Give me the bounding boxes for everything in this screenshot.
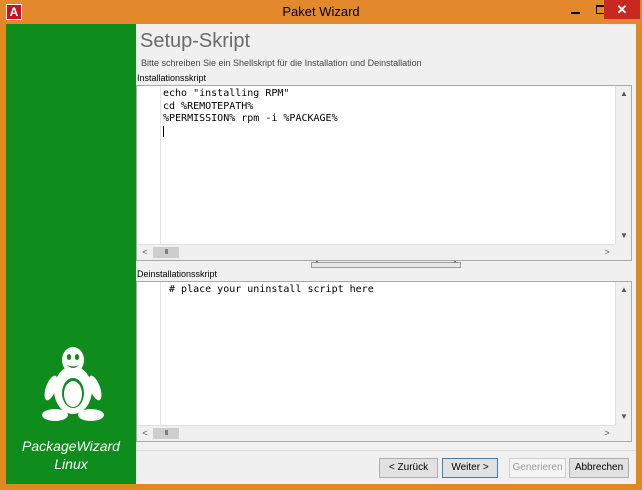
uninstall-script-code[interactable]: # place your uninstall script here — [163, 284, 374, 297]
code-line: # place your uninstall script here — [163, 284, 374, 295]
install-script-code[interactable]: echo "installing RPM" cd %REMOTEPATH% %PER… — [163, 88, 338, 139]
scroll-down-icon[interactable]: ▼ — [616, 228, 632, 244]
generate-button[interactable]: Generieren — [509, 458, 566, 478]
scroll-down-icon[interactable]: ▼ — [616, 409, 632, 425]
scroll-up-icon[interactable]: ▲ — [616, 86, 632, 102]
scroll-up-icon[interactable]: ▲ — [616, 282, 632, 298]
title-bar[interactable]: A Paket Wizard ✕ — [0, 0, 642, 24]
back-button[interactable]: < Zurück — [379, 458, 438, 478]
brand-platform: Linux — [54, 456, 88, 472]
minimize-icon — [570, 11, 580, 14]
code-line-cursor — [163, 125, 338, 139]
editor-gutter — [137, 282, 161, 425]
footer-divider — [136, 450, 636, 451]
vertical-scrollbar[interactable]: ▲ ▼ — [615, 282, 631, 425]
install-script-editor[interactable]: echo "installing RPM" cd %REMOTEPATH% %PER… — [136, 85, 632, 261]
scroll-thumb[interactable]: III — [153, 428, 179, 439]
horizontal-scrollbar[interactable]: < III > — [137, 244, 615, 260]
uninstall-script-editor[interactable]: # place your uninstall script here ▲ ▼ <… — [136, 281, 632, 442]
scroll-thumb[interactable]: III — [153, 247, 179, 258]
code-line: %PERMISSION% rpm -i %PACKAGE% — [163, 113, 338, 124]
scroll-left-icon[interactable]: < — [138, 426, 152, 442]
scroll-right-icon[interactable]: > — [600, 426, 614, 442]
scroll-right-icon[interactable]: > — [600, 245, 614, 261]
window-title: Paket Wizard — [282, 4, 360, 19]
wizard-client-area: PackageWizard Linux Setup-Skript Bitte s… — [6, 24, 636, 484]
page-subtitle: Bitte schreiben Sie ein Shellskript für … — [141, 58, 422, 68]
splitter-grip-icon: ⌃ — [314, 261, 320, 268]
splitter-grip-icon: ⌃ — [452, 261, 458, 268]
vertical-scrollbar[interactable]: ▲ ▼ — [615, 86, 631, 244]
next-button[interactable]: Weiter > — [442, 458, 498, 478]
code-line: cd %REMOTEPATH% — [163, 100, 254, 112]
install-script-label: Installationsskript — [137, 73, 207, 83]
cancel-button[interactable]: Abbrechen — [569, 458, 629, 478]
sidebar: PackageWizard Linux — [6, 24, 136, 484]
text-caret — [163, 125, 164, 137]
scroll-corner — [615, 244, 631, 260]
window: A Paket Wizard ✕ PackageWizard Linux Set… — [0, 0, 642, 490]
horizontal-scrollbar[interactable]: < III > — [137, 425, 615, 441]
code-line: echo "installing RPM" — [163, 88, 290, 99]
brand-name: PackageWizard — [22, 438, 120, 454]
editor-gutter — [137, 86, 161, 244]
scroll-left-icon[interactable]: < — [138, 245, 152, 261]
scroll-corner — [615, 425, 631, 441]
minimize-button[interactable] — [562, 0, 588, 19]
uninstall-script-label: Deinstallationsskript — [137, 269, 218, 279]
editor-splitter[interactable]: ⌃ ⌃ — [311, 261, 461, 268]
close-button[interactable]: ✕ — [604, 0, 640, 19]
tux-penguin-icon — [42, 347, 104, 421]
page-title: Setup-Skript — [140, 30, 251, 52]
